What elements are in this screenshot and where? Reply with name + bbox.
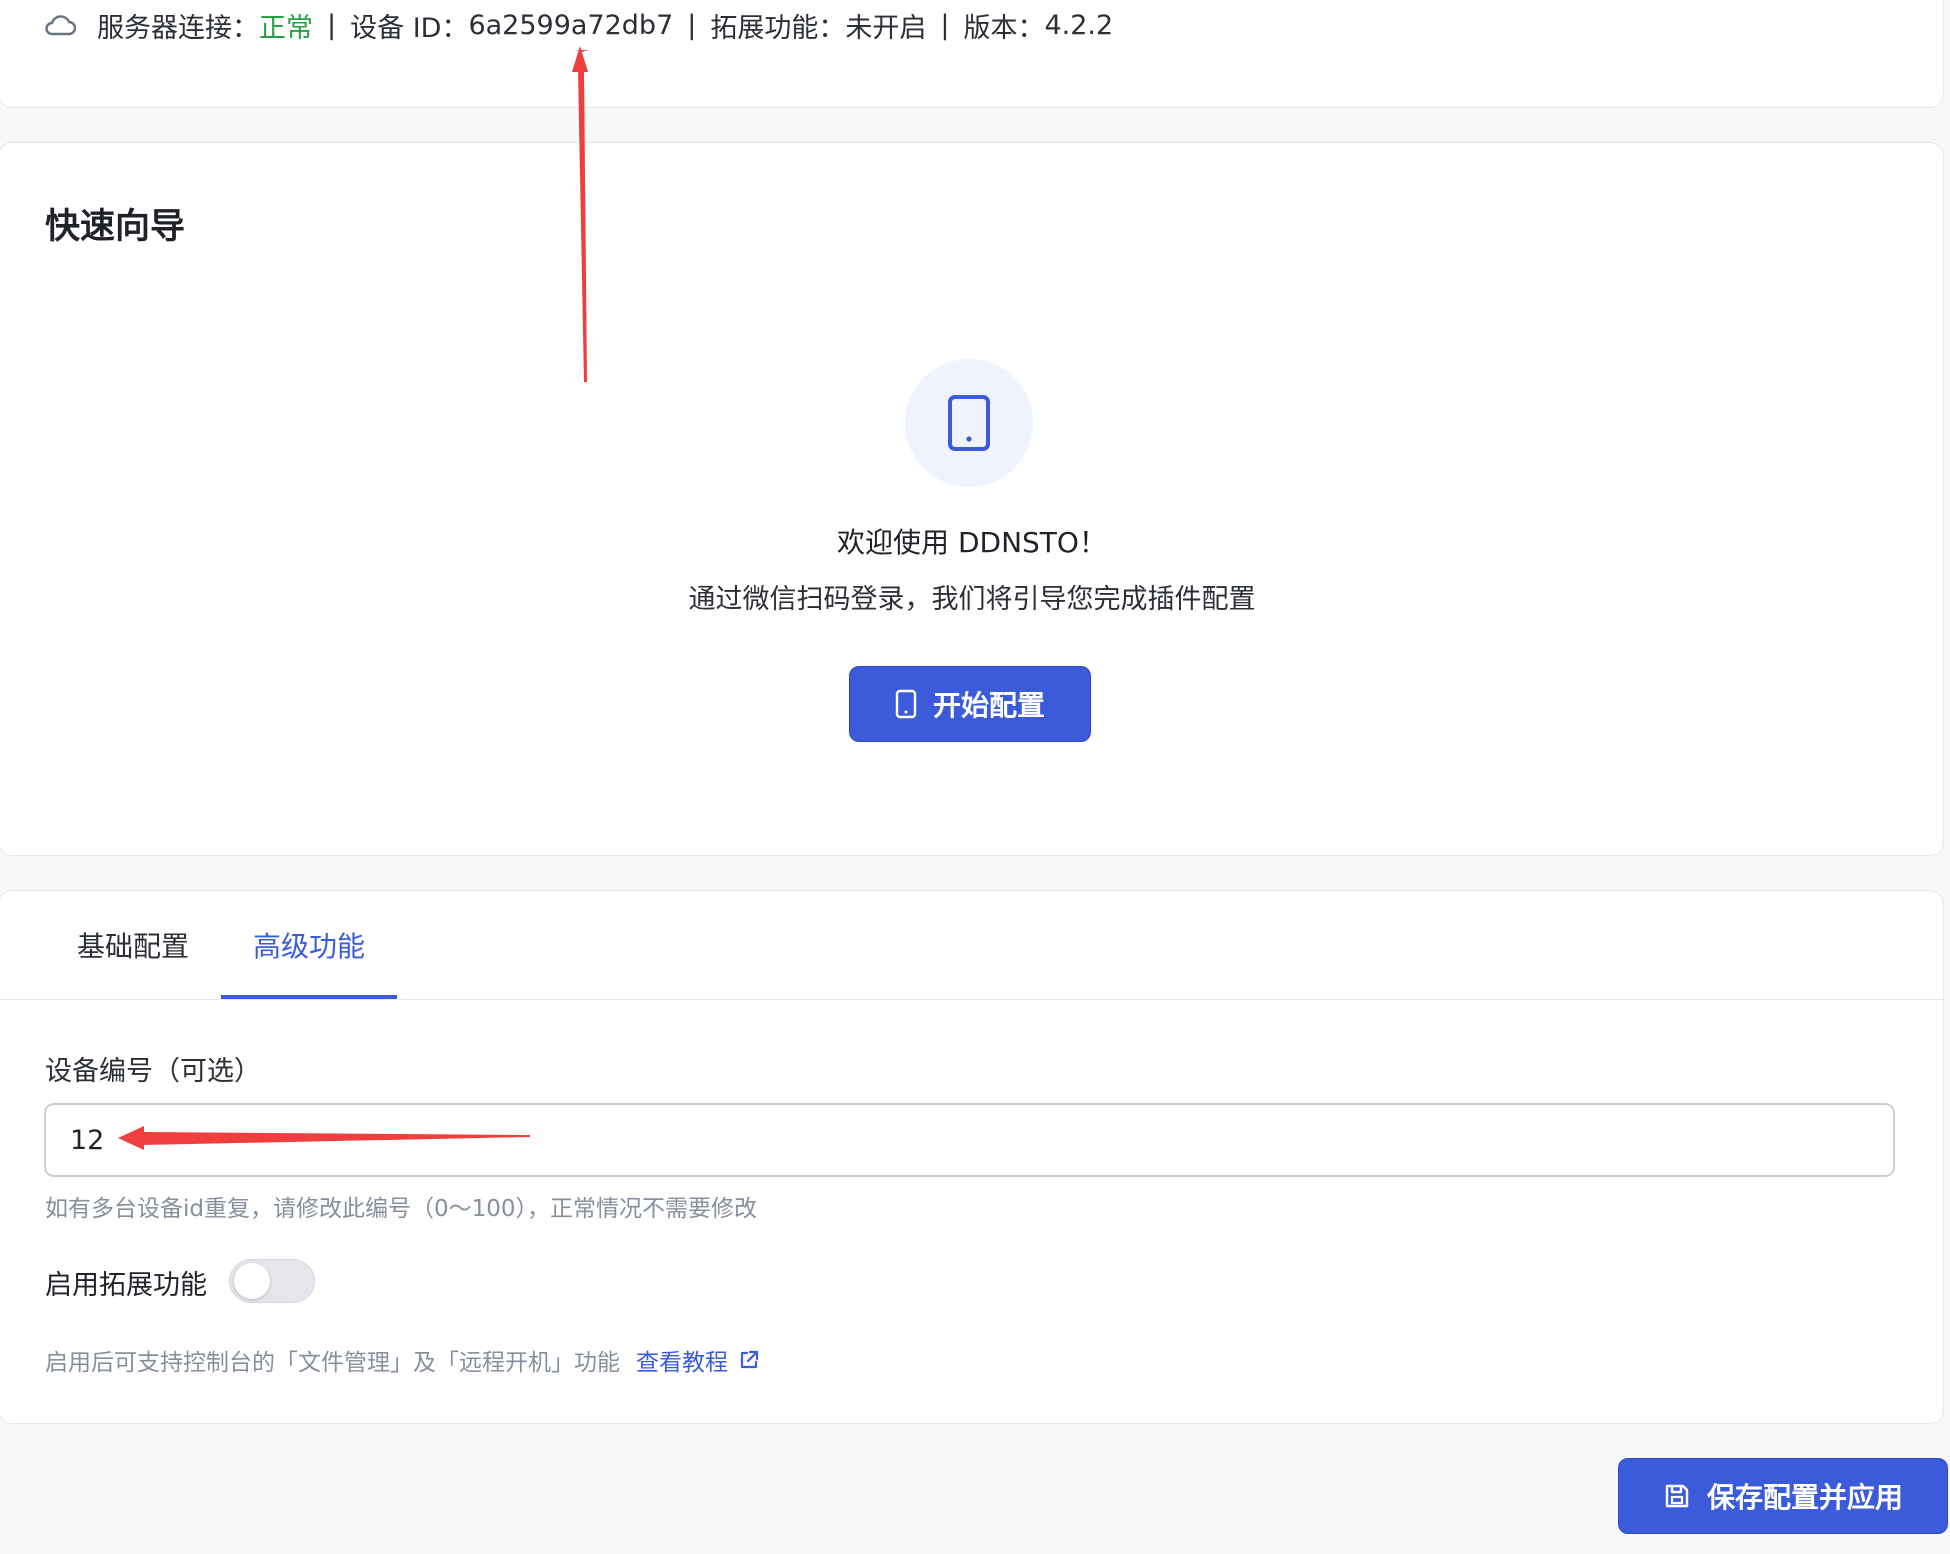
device-number-label: 设备编号（可选） bbox=[45, 1056, 261, 1087]
status-card: 服务器连接： 正常 | 设备 ID： 6a2599a72db7 | 拓展功能： … bbox=[0, 0, 1944, 108]
device-id-value: 6a2599a72db7 bbox=[468, 9, 674, 41]
external-link-icon bbox=[740, 1350, 759, 1369]
page: 服务器连接： 正常 | 设备 ID： 6a2599a72db7 | 拓展功能： … bbox=[0, 0, 1950, 1554]
device-number-help: 如有多台设备id重复，请修改此编号（0～100），正常情况不需要修改 bbox=[45, 1196, 758, 1222]
extension-toggle-label: 启用拓展功能 bbox=[45, 1270, 207, 1301]
tablet-icon bbox=[905, 359, 1033, 487]
settings-tabs: 基础配置 高级功能 bbox=[0, 891, 1945, 1000]
welcome-text: 欢迎使用 DDNSTO！ bbox=[837, 526, 1107, 559]
status-separator: | bbox=[327, 9, 337, 41]
quick-guide-card: 快速向导 欢迎使用 DDNSTO！ 通过微信扫码登录，我们将引导您完成插件配置 … bbox=[0, 142, 1944, 856]
extension-info-text: 启用后可支持控制台的「文件管理」及「远程开机」功能 bbox=[45, 1350, 620, 1376]
device-id-label: 设备 ID： bbox=[350, 12, 469, 44]
status-separator: | bbox=[687, 9, 697, 41]
active-tab-indicator bbox=[221, 995, 397, 999]
server-status-value: 正常 bbox=[259, 12, 313, 44]
guide-title: 快速向导 bbox=[45, 207, 186, 247]
cloud-icon bbox=[43, 13, 77, 37]
save-icon bbox=[1665, 1484, 1689, 1508]
device-number-input[interactable] bbox=[44, 1103, 1895, 1177]
view-tutorial-label: 查看教程 bbox=[636, 1350, 728, 1376]
start-config-label: 开始配置 bbox=[932, 689, 1045, 722]
extension-label: 拓展功能： bbox=[710, 12, 846, 44]
save-apply-button[interactable]: 保存配置并应用 bbox=[1618, 1458, 1948, 1534]
guide-subtext: 通过微信扫码登录，我们将引导您完成插件配置 bbox=[688, 584, 1256, 615]
settings-card: 基础配置 高级功能 设备编号（可选） 如有多台设备id重复，请修改此编号（0～1… bbox=[0, 890, 1945, 1424]
save-apply-label: 保存配置并应用 bbox=[1706, 1481, 1903, 1514]
version-value: 4.2.2 bbox=[1044, 9, 1114, 41]
status-separator: | bbox=[940, 9, 950, 41]
extension-toggle[interactable] bbox=[229, 1259, 315, 1303]
view-tutorial-link[interactable]: 查看教程 bbox=[636, 1343, 760, 1377]
status-bar: 服务器连接： 正常 | 设备 ID： 6a2599a72db7 | 拓展功能： … bbox=[43, 5, 1113, 45]
version-label: 版本： bbox=[963, 12, 1045, 44]
tablet-icon bbox=[895, 689, 917, 719]
extension-info: 启用后可支持控制台的「文件管理」及「远程开机」功能 查看教程 bbox=[45, 1343, 760, 1377]
tab-advanced-features[interactable]: 高级功能 bbox=[253, 925, 365, 965]
toggle-knob bbox=[234, 1263, 270, 1299]
start-config-button[interactable]: 开始配置 bbox=[849, 666, 1091, 742]
server-label: 服务器连接： bbox=[97, 12, 259, 44]
tab-basic-config[interactable]: 基础配置 bbox=[77, 925, 189, 965]
extension-value: 未开启 bbox=[845, 12, 927, 44]
